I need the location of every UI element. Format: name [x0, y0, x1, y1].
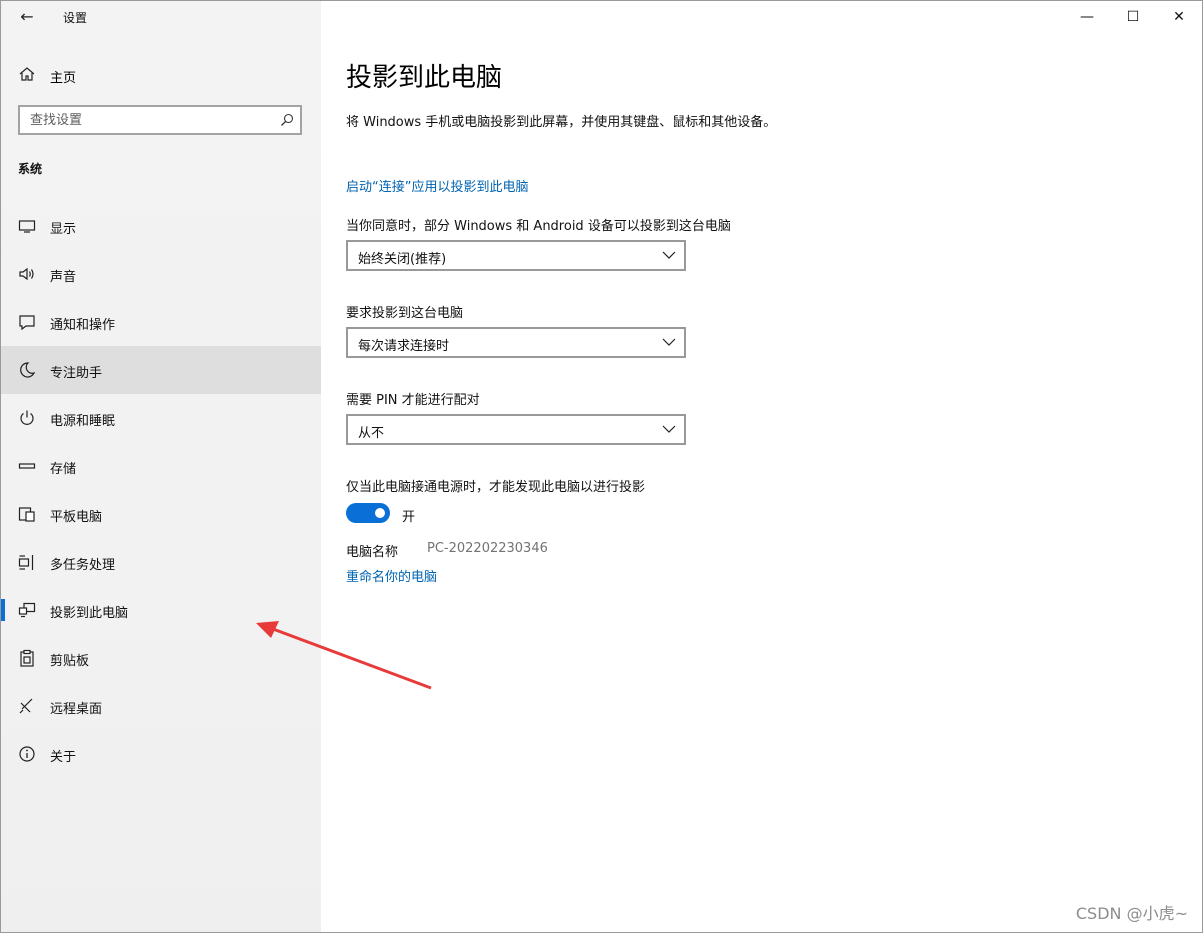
toggle-state-label: 开: [402, 510, 416, 525]
sidebar-item-project-to-pc[interactable]: 投影到此电脑: [1, 586, 321, 634]
ask-to-project-dropdown[interactable]: 每次请求连接时: [346, 327, 686, 358]
selection-indicator: [1, 599, 5, 621]
setting-label-require-pin: 需要 PIN 才能进行配对: [346, 393, 480, 408]
sidebar-item-label: 多任务处理: [50, 558, 116, 573]
sidebar-item-label: 存储: [50, 462, 77, 477]
sidebar-item-power[interactable]: 电源和睡眠: [1, 394, 321, 442]
remote-icon: [19, 698, 33, 714]
pc-name-label: 电脑名称: [346, 545, 399, 560]
sidebar-item-label: 显示: [50, 222, 77, 237]
sidebar-item-notifications[interactable]: 通知和操作: [1, 298, 321, 346]
sidebar-item-label: 主页: [50, 71, 77, 86]
sidebar-item-home[interactable]: 主页: [1, 59, 321, 91]
sidebar-item-label: 关于: [50, 750, 77, 765]
sidebar-item-about[interactable]: 关于: [1, 730, 321, 778]
chevron-down-icon: [662, 251, 676, 259]
sidebar-item-remote-desktop[interactable]: 远程桌面: [1, 682, 321, 730]
project-icon: [18, 602, 36, 618]
sidebar-item-sound[interactable]: 声音: [1, 250, 321, 298]
setting-label-ask-to-project: 要求投影到这台电脑: [346, 306, 464, 321]
sidebar-item-label: 专注助手: [50, 366, 103, 381]
sidebar-item-storage[interactable]: 存储: [1, 442, 321, 490]
chevron-down-icon: [662, 338, 676, 346]
app-title: 设置: [63, 11, 88, 25]
sidebar-item-label: 电源和睡眠: [50, 414, 116, 429]
search-box[interactable]: [18, 105, 302, 135]
notification-icon: [19, 315, 35, 331]
maximize-button[interactable]: ☐: [1110, 1, 1156, 33]
sidebar-item-focus-assist[interactable]: 专注助手: [1, 346, 321, 394]
power-icon: [20, 410, 34, 425]
minimize-button[interactable]: —: [1064, 1, 1110, 33]
allow-projection-dropdown[interactable]: 始终关闭(推荐): [346, 240, 686, 271]
sidebar-item-label: 声音: [50, 270, 77, 285]
dropdown-value: 从不: [358, 426, 385, 441]
section-header-system: 系统: [18, 162, 43, 176]
chevron-down-icon: [662, 425, 676, 433]
multitask-icon: [18, 555, 34, 570]
sidebar-item-label: 投影到此电脑: [50, 606, 129, 621]
speaker-icon: [19, 267, 34, 281]
back-button[interactable]: ←: [15, 5, 39, 29]
sidebar: ← 设置 主页 系统 显示: [1, 1, 321, 932]
power-only-toggle[interactable]: [346, 503, 390, 523]
sidebar-item-label: 远程桌面: [50, 702, 103, 717]
dropdown-value: 始终关闭(推荐): [358, 252, 447, 267]
watermark: CSDN @小虎~: [1075, 904, 1188, 923]
sidebar-item-label: 通知和操作: [50, 318, 116, 333]
sidebar-item-tablet[interactable]: 平板电脑: [1, 490, 321, 538]
setting-label-power-only: 仅当此电脑接通电源时，才能发现此电脑以进行投影: [346, 480, 646, 495]
dropdown-value: 每次请求连接时: [358, 339, 450, 354]
rename-pc-link[interactable]: 重命名你的电脑: [346, 566, 437, 585]
info-icon: [19, 746, 35, 762]
storage-icon: [18, 463, 36, 469]
connect-app-link[interactable]: 启动“连接”应用以投影到此电脑: [346, 176, 528, 195]
home-icon: [19, 67, 35, 81]
sidebar-item-label: 剪贴板: [50, 654, 90, 669]
require-pin-dropdown[interactable]: 从不: [346, 414, 686, 445]
search-icon[interactable]: [280, 113, 294, 127]
sidebar-item-display[interactable]: 显示: [1, 202, 321, 250]
page-description: 将 Windows 手机或电脑投影到此屏幕，并使用其键盘、鼠标和其他设备。: [346, 115, 777, 130]
sidebar-item-label: 平板电脑: [50, 510, 103, 525]
sidebar-item-clipboard[interactable]: 剪贴板: [1, 634, 321, 682]
search-input[interactable]: [20, 107, 280, 133]
setting-label-allow-projection: 当你同意时，部分 Windows 和 Android 设备可以投影到这台电脑: [346, 219, 731, 234]
moon-icon: [20, 362, 36, 378]
display-icon: [18, 220, 36, 233]
clipboard-icon: [20, 649, 34, 667]
close-button[interactable]: ✕: [1156, 1, 1202, 33]
sidebar-item-multitasking[interactable]: 多任务处理: [1, 538, 321, 586]
page-title: 投影到此电脑: [346, 63, 503, 93]
toggle-knob: [375, 508, 385, 518]
settings-window: ← 设置 主页 系统 显示: [0, 0, 1203, 933]
tablet-icon: [18, 507, 35, 522]
pc-name-value: PC-202202230346: [427, 541, 548, 556]
